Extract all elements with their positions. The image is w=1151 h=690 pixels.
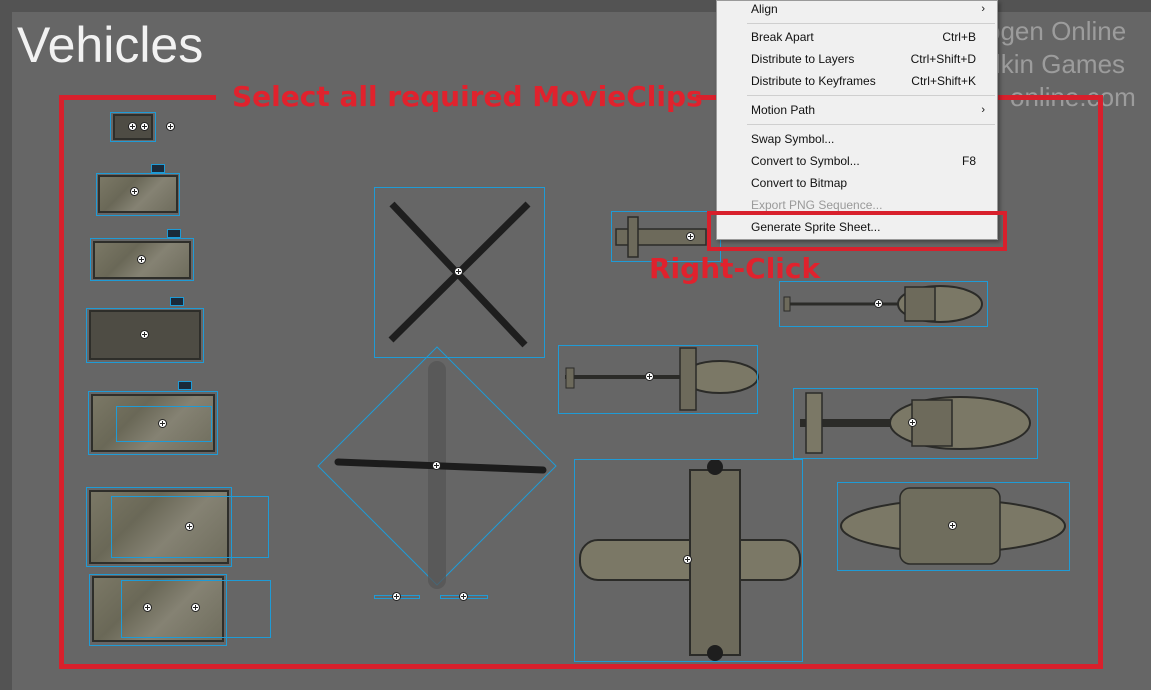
menu-item-shortcut: Ctrl+Shift+K [911, 74, 976, 88]
menu-item-distribute-to-layers[interactable]: Distribute to Layers Ctrl+Shift+D [717, 48, 997, 70]
submenu-arrow-icon: › [981, 104, 985, 116]
menu-item-label: Motion Path [751, 103, 816, 117]
menu-item-label: Align [751, 2, 778, 16]
menu-item-motion-path[interactable]: Motion Path › [717, 99, 997, 121]
sprite-sheet-highlight-box [707, 211, 1007, 251]
context-menu[interactable]: Align › Break Apart Ctrl+B Distribute to… [716, 0, 998, 240]
menu-separator [747, 95, 995, 96]
menu-item-align[interactable]: Align › [717, 0, 997, 20]
menu-item-label: Convert to Symbol... [751, 154, 860, 168]
select-annotation-label: Select all required MovieClips [232, 80, 703, 113]
menu-item-distribute-to-keyframes[interactable]: Distribute to Keyframes Ctrl+Shift+K [717, 70, 997, 92]
right-click-annotation-label: Right-Click [649, 252, 821, 285]
menu-separator [747, 23, 995, 24]
menu-item-label: Convert to Bitmap [751, 176, 848, 190]
menu-item-label: Distribute to Keyframes [751, 74, 876, 88]
menu-item-break-apart[interactable]: Break Apart Ctrl+B [717, 26, 997, 48]
menu-item-label: Break Apart [751, 30, 814, 44]
submenu-arrow-icon: › [981, 3, 985, 15]
menu-item-label: Distribute to Layers [751, 52, 855, 66]
stage-area: Vehicles ogen Online lkin Games online.c… [0, 0, 1151, 690]
menu-item-swap-symbol[interactable]: Swap Symbol... [717, 128, 997, 150]
menu-item-convert-to-bitmap[interactable]: Convert to Bitmap [717, 172, 997, 194]
menu-item-shortcut: Ctrl+Shift+D [910, 52, 976, 66]
menu-separator [747, 124, 995, 125]
menu-item-shortcut: F8 [961, 154, 976, 168]
menu-item-label: Swap Symbol... [751, 132, 835, 146]
menu-item-shortcut: Ctrl+B [942, 30, 976, 44]
menu-item-convert-to-symbol[interactable]: Convert to Symbol... F8 [717, 150, 997, 172]
